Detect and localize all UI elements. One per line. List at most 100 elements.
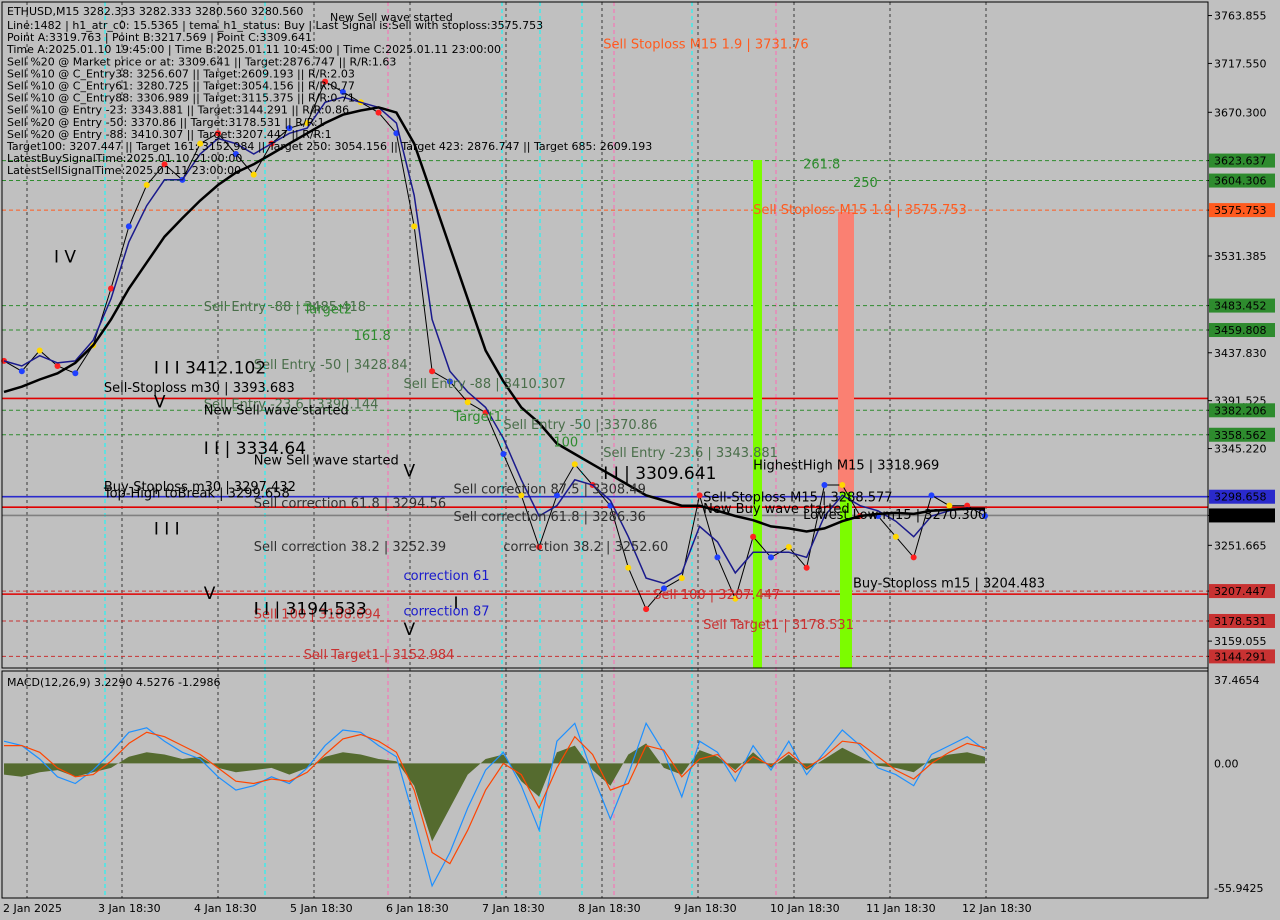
chart-annotation: I I I [154, 520, 180, 540]
chart-annotation: Sell 100 | 3207.447 [653, 588, 780, 603]
info-line: Target100: 3207.447 || Target 161: 3152.… [6, 140, 652, 153]
signal-marker [928, 492, 935, 499]
chart-annotation: Top-High toBreak | 3299.658 [103, 486, 290, 501]
chart-annotation: V [404, 462, 416, 482]
info-line: Time A:2025.01.10 19:45:00 | Time B:2025… [6, 43, 501, 56]
signal-marker [714, 554, 721, 561]
signal-marker [464, 399, 471, 406]
signal-marker [821, 481, 828, 488]
info-line: Sell %10 @ C_Entry61: 3280.725 || Target… [7, 80, 355, 93]
price-tag-label: 3178.531 [1214, 615, 1267, 628]
signal-marker [36, 347, 43, 354]
price-tick-label: 3345.220 [1214, 443, 1267, 456]
new-sell-wave-label: New Sell wave started [330, 11, 453, 24]
chart-annotation: Sell correction 87.5 | 3308.49 [453, 482, 645, 497]
price-tag-label: 3144.291 [1214, 650, 1267, 663]
signal-marker [125, 223, 132, 230]
chart-title: ETHUSD,M15 3282.333 3282.333 3280.560 32… [7, 5, 303, 18]
chart-annotation: Sell Entry -50 | 3370.86 [503, 418, 657, 433]
signal-marker [72, 370, 79, 377]
time-axis-label: 12 Jan 18:30 [962, 902, 1032, 915]
signal-marker [143, 182, 150, 189]
chart-annotation: Buy-Stoploss m15 | 3204.483 [853, 576, 1045, 591]
chart-annotation: Sell Target1 | 3152.984 [304, 648, 455, 663]
chart-annotation: Sell Entry -88 | 3410.307 [404, 377, 566, 392]
chart-annotation: 250 [853, 176, 878, 191]
info-line: LatestBuySignalTime:2025.01.10 21:00:00 [7, 152, 242, 165]
target-band-red [838, 212, 854, 492]
chart-annotation: New Sell wave started [254, 453, 399, 468]
price-tick-label: 3763.855 [1214, 10, 1267, 23]
time-axis-label: 8 Jan 18:30 [578, 902, 641, 915]
info-line: Sell %20 @ Market price or at: 3309.641 … [7, 55, 396, 68]
chart-annotation: I I I 3412.102 [154, 358, 266, 378]
macd-title: MACD(12,26,9) 3.2290 4.5276 -1.2986 [7, 676, 220, 689]
chart-annotation: Sell Stoploss M15 1.9 | 3731.76 [603, 38, 808, 53]
price-tag-label: 3280.560 [1214, 509, 1267, 522]
chart-annotation: correction 87 [404, 604, 490, 619]
signal-marker [571, 461, 578, 468]
signal-marker [500, 450, 507, 457]
price-tick-label: 3717.550 [1214, 57, 1267, 70]
info-line: Sell %10 @ Entry -23: 3343.881 || Target… [7, 104, 349, 117]
chart-annotation: Sell Entry -50 | 3428.84 [254, 358, 408, 373]
time-axis-label: 7 Jan 18:30 [482, 902, 545, 915]
info-line: Line:1482 | h1_atr_c0: 15.5365 | tema_h1… [7, 19, 543, 32]
info-line: Sell %10 @ C_Entry38: 3256.607 || Target… [7, 67, 355, 80]
price-tick-label: 3159.055 [1214, 635, 1267, 648]
price-tag-label: 3207.447 [1214, 585, 1267, 598]
chart-annotation: Target2 [303, 302, 353, 317]
signal-marker [839, 481, 846, 488]
price-tag-label: 3604.306 [1214, 175, 1267, 188]
price-tag-label: 3298.658 [1214, 491, 1267, 504]
info-line: Sell %20 @ Entry -50: 3370.86 || Target:… [7, 116, 325, 129]
price-tick-label: 3251.665 [1214, 539, 1267, 552]
chart-annotation: correction 38.2 | 3252.60 [503, 540, 668, 555]
time-axis: 2 Jan 2025 3 Jan 18:30 4 Jan 18:30 5 Jan 18… [3, 902, 1032, 915]
chart-annotation: I V [54, 248, 76, 268]
signal-marker [803, 564, 810, 571]
info-line: Sell %20 @ Entry -88: 3410.307 || Target… [7, 128, 332, 141]
signal-marker [785, 544, 792, 551]
macd-tick-label: -55.9425 [1214, 882, 1263, 895]
signal-marker [375, 109, 382, 116]
price-tag-label: 3575.753 [1214, 204, 1267, 217]
chart-annotation: I I | 3194.533 [254, 599, 367, 619]
signal-marker [250, 171, 257, 178]
time-axis-label: 11 Jan 18:30 [866, 902, 936, 915]
price-tick-label: 3531.385 [1214, 250, 1267, 263]
signal-marker [678, 575, 685, 582]
macd-tick-label: 0.00 [1214, 757, 1239, 770]
signal-marker [643, 606, 650, 613]
chart-annotation: I I | 3309.641 [603, 464, 716, 484]
signal-marker [696, 492, 703, 499]
price-tag-label: 3358.562 [1214, 429, 1267, 442]
chart-annotation: Sell Target1 | 3178.531 [703, 618, 854, 633]
chart-annotation: V [154, 392, 166, 412]
price-tag-label: 3623.637 [1214, 155, 1267, 168]
signal-marker [411, 223, 418, 230]
chart-annotation: V [204, 584, 216, 604]
macd-tick-label: 37.4654 [1214, 674, 1260, 687]
price-chart[interactable]: Sell Stoploss M15 1.9 | 3731.76 Sell Stop… [0, 0, 1280, 920]
price-tick-label: 3437.830 [1214, 347, 1267, 360]
price-tag-label: 3483.452 [1214, 300, 1267, 313]
chart-annotation: Sell Stoploss M15 1.9 | 3575.753 [753, 203, 967, 218]
chart-annotation: New Sell wave started [204, 404, 349, 419]
price-tag-label: 3459.808 [1214, 324, 1267, 337]
chart-annotation: Sell correction 61.8 | 3286.36 [453, 510, 645, 525]
price-tag-label: 3382.206 [1214, 404, 1267, 417]
chart-annotation: HighestHigh M15 | 3318.969 [753, 458, 939, 473]
time-axis-label: 5 Jan 18:30 [290, 902, 353, 915]
chart-annotation: correction 61 [404, 569, 490, 584]
signal-marker [910, 554, 917, 561]
chart-annotation: 100 [553, 436, 578, 451]
info-line: LatestSellSignalTime:2025.01.11 23:00:00 [7, 164, 241, 177]
info-line: Sell %10 @ C_Entry88: 3306.989 || Target… [7, 92, 355, 105]
signal-marker [18, 368, 25, 375]
chart-annotation: 261.8 [803, 157, 840, 172]
time-axis-label: 4 Jan 18:30 [194, 902, 257, 915]
time-axis-label: 10 Jan 18:30 [770, 902, 840, 915]
chart-annotation: Sell-Stoploss m30 | 3393.683 [104, 381, 295, 396]
time-axis-label: 3 Jan 18:30 [98, 902, 161, 915]
